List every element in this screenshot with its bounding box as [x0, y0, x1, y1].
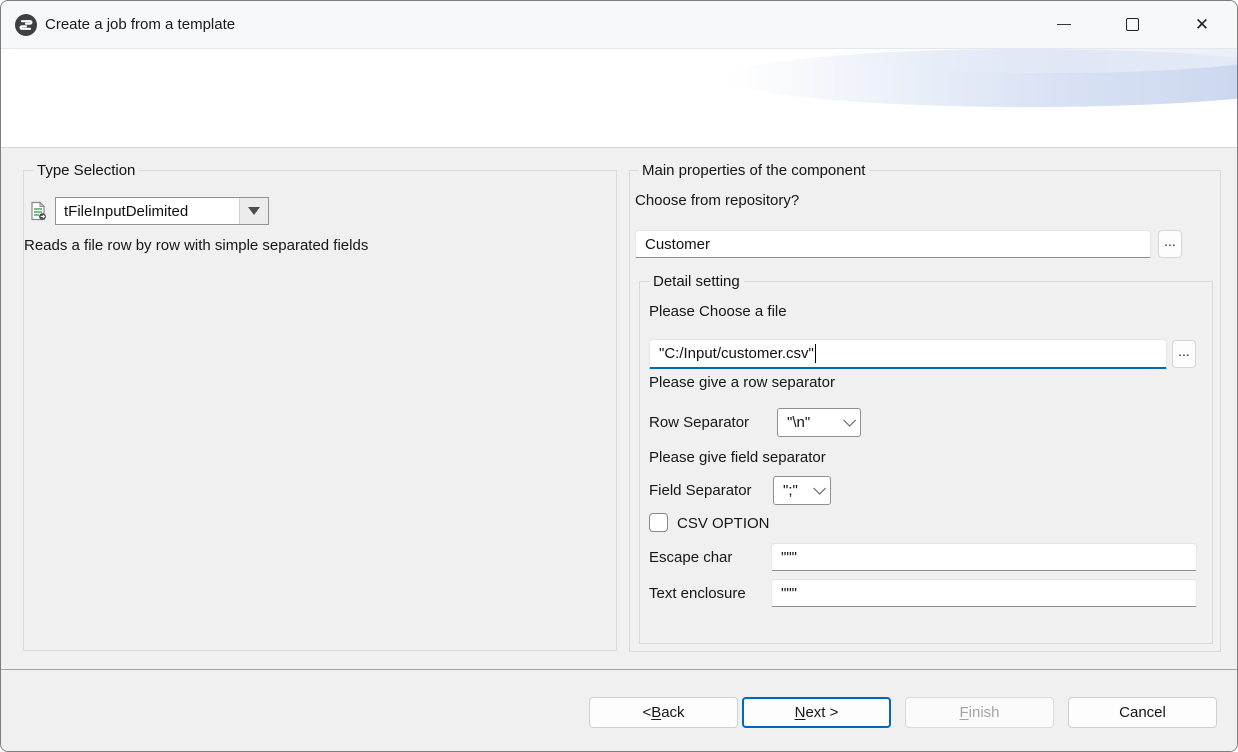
finish-label-mnemonic: F [959, 704, 968, 721]
component-type-combobox[interactable]: tFileInputDelimited [55, 197, 269, 225]
escape-char-label: Escape char [649, 549, 732, 566]
component-description: Reads a file row by row with simple sepa… [24, 237, 368, 254]
chevron-down-icon [843, 414, 856, 427]
main-properties-group-label: Main properties of the component [638, 162, 869, 180]
close-button[interactable]: ✕ [1179, 1, 1225, 47]
file-browse-button[interactable]: ... [1172, 340, 1196, 368]
close-icon: ✕ [1195, 16, 1209, 33]
text-caret [815, 344, 817, 363]
back-label-prefix: < [642, 704, 651, 721]
choose-file-label: Please Choose a file [649, 303, 787, 320]
back-label-mnemonic: B [651, 704, 661, 721]
maximize-icon [1126, 18, 1139, 31]
text-enclosure-label: Text enclosure [649, 585, 746, 602]
field-separator-prompt: Please give field separator [649, 449, 826, 466]
escape-char-input[interactable]: """ [771, 543, 1197, 571]
repository-input[interactable]: Customer [635, 230, 1151, 258]
talend-logo-icon [15, 14, 37, 36]
minimize-icon [1057, 24, 1071, 25]
csv-option-label: CSV OPTION [677, 515, 770, 532]
title-bar: Create a job from a template ✕ [1, 1, 1237, 49]
cancel-button[interactable]: Cancel [1068, 697, 1217, 728]
component-type-value: tFileInputDelimited [56, 198, 239, 224]
field-separator-value: ";" [783, 482, 798, 499]
field-separator-combobox[interactable]: ";" [773, 476, 831, 505]
repository-browse-button[interactable]: ... [1158, 230, 1182, 258]
choose-from-repository-label: Choose from repository? [635, 192, 799, 209]
chevron-down-icon [813, 482, 826, 495]
row-separator-value: "\n" [787, 414, 810, 431]
window-title: Create a job from a template [45, 1, 235, 49]
back-button[interactable]: < Back [589, 697, 738, 728]
finish-button[interactable]: Finish [905, 697, 1054, 728]
delimited-file-icon [28, 201, 48, 221]
detail-setting-group-label: Detail setting [649, 273, 744, 291]
next-label-mnemonic: N [795, 704, 806, 721]
minimize-button[interactable] [1041, 1, 1087, 47]
dropdown-arrow-icon [248, 207, 260, 215]
row-separator-combobox[interactable]: "\n" [777, 408, 861, 437]
csv-option-checkbox[interactable] [649, 513, 668, 532]
text-enclosure-value: """ [781, 585, 797, 602]
next-label-suffix: ext > [805, 704, 838, 721]
wizard-header: Select the fields to setup the source #1… [1, 49, 1237, 148]
text-enclosure-input[interactable]: """ [771, 579, 1197, 607]
row-separator-prompt: Please give a row separator [649, 374, 835, 391]
repository-value: Customer [645, 236, 710, 253]
finish-label-suffix: inish [969, 704, 1000, 721]
row-separator-label: Row Separator [649, 414, 749, 431]
escape-char-value: """ [781, 549, 797, 566]
file-path-value: "C:/Input/customer.csv" [659, 345, 814, 362]
field-separator-label: Field Separator [649, 482, 752, 499]
file-path-input[interactable]: "C:/Input/customer.csv" [649, 339, 1167, 369]
maximize-button[interactable] [1109, 1, 1155, 47]
back-label-suffix: ack [661, 704, 684, 721]
next-button[interactable]: Next > [742, 697, 891, 728]
wizard-window: Create a job from a template ✕ Select th… [0, 0, 1238, 752]
type-selection-group-label: Type Selection [33, 162, 139, 180]
dropdown-arrow-box [239, 198, 268, 224]
